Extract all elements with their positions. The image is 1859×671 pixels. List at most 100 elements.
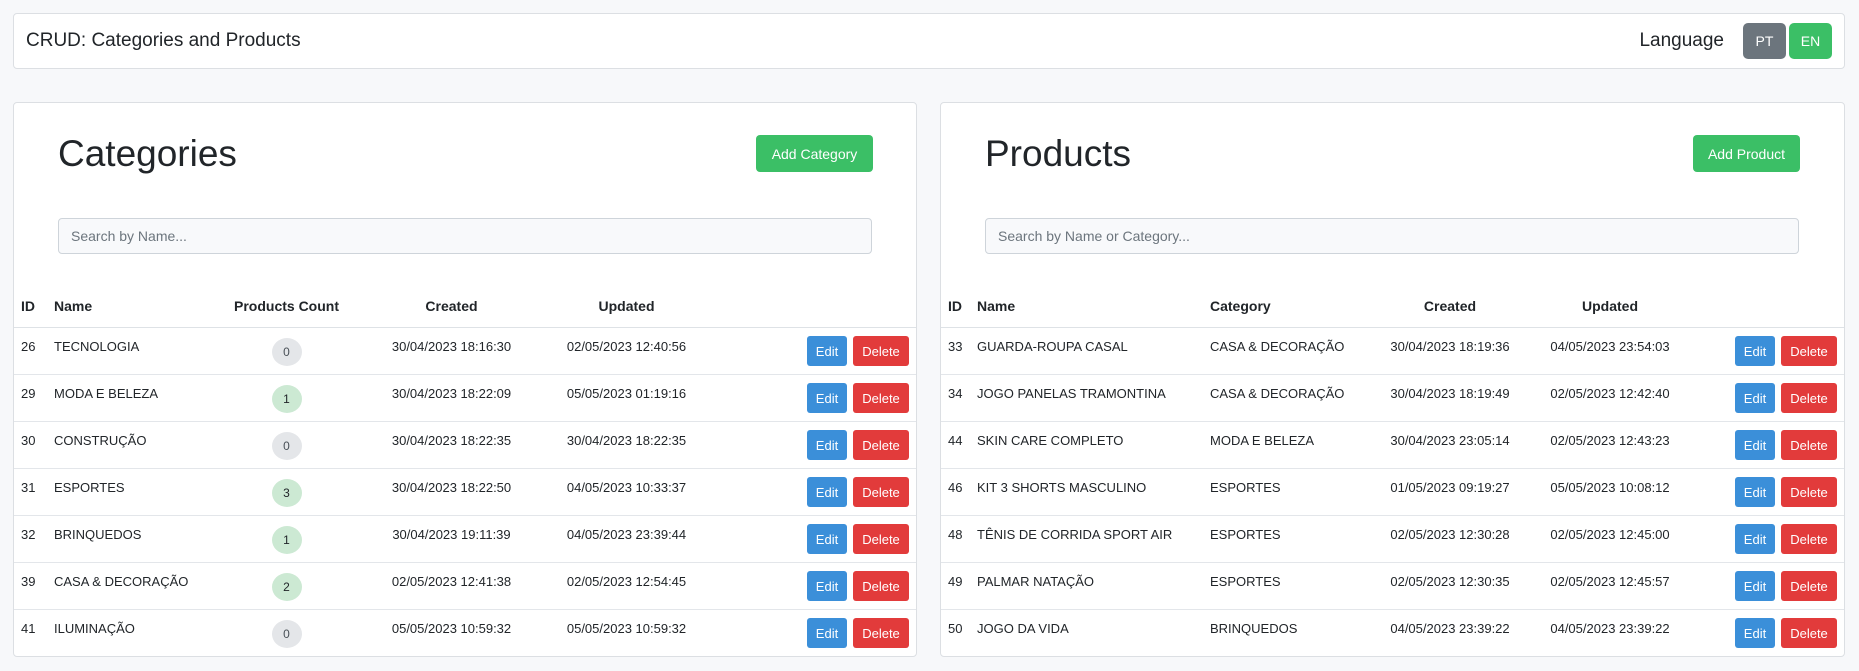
edit-category-button[interactable]: Edit (807, 477, 847, 507)
edit-product-button[interactable]: Edit (1735, 383, 1775, 413)
cell-category: CASA & DECORAÇÃO (1210, 374, 1370, 422)
language-en-button[interactable]: EN (1789, 23, 1832, 59)
edit-category-button[interactable]: Edit (807, 524, 847, 554)
delete-category-button[interactable]: Delete (853, 383, 909, 413)
delete-product-button[interactable]: Delete (1781, 571, 1837, 601)
product-name: GUARDA-ROUPA CASAL (977, 339, 1128, 354)
created-date: 30/04/2023 18:19:36 (1390, 339, 1510, 354)
created-date: 02/05/2023 12:41:38 (391, 574, 512, 589)
cell-created: 30/04/2023 23:05:14 (1370, 421, 1530, 469)
products-count-badge: 1 (271, 526, 302, 554)
edit-category-button[interactable]: Edit (807, 336, 847, 366)
edit-product-button[interactable]: Edit (1735, 618, 1775, 648)
product-search-input[interactable] (985, 218, 1799, 254)
created-date: 30/04/2023 19:11:39 (392, 527, 511, 542)
table-row: 48 TÊNIS DE CORRIDA SPORT AIR ESPORTES 02/0… (941, 515, 1844, 563)
cell-category: CASA & DECORAÇÃO (1210, 327, 1370, 375)
delete-category-button[interactable]: Delete (853, 477, 909, 507)
updated-date: 05/05/2023 01:19:16 (566, 386, 687, 401)
product-category: ESPORTES (1210, 574, 1281, 589)
cell-id: 26 (14, 327, 54, 375)
category-name: TECNOLOGIA (54, 339, 140, 354)
cell-actions: Edit Delete (1690, 562, 1844, 610)
table-row: 33 GUARDA-ROUPA CASAL CASA & DECORAÇÃO 30/0… (941, 327, 1844, 375)
cell-id: 41 (14, 610, 54, 657)
products-count-badge: 3 (271, 479, 302, 507)
edit-category-button[interactable]: Edit (807, 383, 847, 413)
cell-actions: Edit Delete (714, 610, 916, 657)
updated-date: 30/04/2023 18:22:35 (566, 433, 687, 448)
updated-date: 02/05/2023 12:45:00 (1550, 527, 1670, 542)
cell-created: 02/05/2023 12:30:35 (1370, 562, 1530, 610)
created-date: 30/04/2023 23:05:14 (1390, 433, 1510, 448)
delete-product-button[interactable]: Delete (1781, 430, 1837, 460)
cell-category: ESPORTES (1210, 562, 1370, 610)
cell-actions: Edit Delete (1690, 468, 1844, 516)
delete-category-button[interactable]: Delete (853, 336, 909, 366)
table-row: 46 KIT 3 SHORTS MASCULINO ESPORTES 01/05/20… (941, 468, 1844, 516)
cell-id: 30 (14, 421, 54, 469)
categories-title: Categories (58, 133, 237, 174)
cell-updated: 05/05/2023 01:19:16 (539, 374, 714, 422)
add-category-button[interactable]: Add Category (756, 135, 873, 172)
delete-category-button[interactable]: Delete (853, 430, 909, 460)
edit-category-button[interactable]: Edit (807, 430, 847, 460)
column-header-updated: Updated (539, 284, 714, 328)
cell-created: 04/05/2023 23:39:22 (1370, 610, 1530, 657)
delete-category-button[interactable]: Delete (853, 618, 909, 648)
categories-table: ID Name Products Count Created Updated 2… (14, 284, 916, 656)
cell-count: 1 (209, 374, 364, 422)
delete-product-button[interactable]: Delete (1781, 383, 1837, 413)
add-product-button[interactable]: Add Product (1693, 135, 1800, 172)
edit-product-button[interactable]: Edit (1735, 336, 1775, 366)
cell-name: ILUMINAÇÃO (54, 610, 209, 657)
language-label: Language (1639, 30, 1724, 51)
edit-category-button[interactable]: Edit (807, 571, 847, 601)
edit-product-button[interactable]: Edit (1735, 524, 1775, 554)
delete-product-button[interactable]: Delete (1781, 618, 1837, 648)
edit-category-button[interactable]: Edit (807, 618, 847, 648)
cell-updated: 30/04/2023 18:22:35 (539, 421, 714, 469)
cell-category: BRINQUEDOS (1210, 610, 1370, 657)
cell-actions: Edit Delete (1690, 610, 1844, 657)
cell-id: 33 (941, 327, 977, 375)
delete-category-button[interactable]: Delete (853, 524, 909, 554)
edit-product-button[interactable]: Edit (1735, 571, 1775, 601)
cell-actions: Edit Delete (1690, 421, 1844, 469)
created-date: 02/05/2023 12:30:28 (1390, 527, 1510, 542)
cell-count: 2 (209, 562, 364, 610)
created-date: 30/04/2023 18:22:09 (391, 386, 512, 401)
category-id: 41 (21, 621, 36, 636)
delete-product-button[interactable]: Delete (1781, 477, 1837, 507)
delete-product-button[interactable]: Delete (1781, 524, 1837, 554)
updated-date: 02/05/2023 12:45:57 (1550, 574, 1670, 589)
products-count-badge: 0 (271, 432, 302, 460)
delete-category-button[interactable]: Delete (853, 571, 909, 601)
language-pt-button[interactable]: PT (1743, 23, 1786, 59)
table-row: 44 SKIN CARE COMPLETO MODA E BELEZA 30/04/2… (941, 421, 1844, 469)
delete-product-button[interactable]: Delete (1781, 336, 1837, 366)
cell-actions: Edit Delete (1690, 327, 1844, 375)
cell-updated: 04/05/2023 23:39:44 (539, 515, 714, 563)
cell-id: 39 (14, 562, 54, 610)
products-count-badge: 2 (271, 573, 302, 601)
category-search-input[interactable] (58, 218, 872, 254)
cell-id: 50 (941, 610, 977, 657)
products-panel: Products Add Product ID Name Category Cr… (940, 102, 1845, 657)
cell-actions: Edit Delete (1690, 515, 1844, 563)
cell-count: 0 (209, 421, 364, 469)
cell-actions: Edit Delete (714, 468, 916, 516)
table-row: 29 MODA E BELEZA 1 30/04/2023 18:22:09 05/05… (14, 374, 916, 422)
product-name: JOGO DA VIDA (977, 621, 1069, 636)
products-count-badge: 1 (271, 385, 302, 413)
product-name: KIT 3 SHORTS MASCULINO (977, 480, 1147, 495)
cell-created: 02/05/2023 12:30:28 (1370, 515, 1530, 563)
cell-count: 0 (209, 327, 364, 375)
edit-product-button[interactable]: Edit (1735, 430, 1775, 460)
cell-count: 0 (209, 610, 364, 657)
edit-product-button[interactable]: Edit (1735, 477, 1775, 507)
created-date: 30/04/2023 18:22:50 (391, 480, 512, 495)
updated-date: 02/05/2023 12:42:40 (1550, 386, 1670, 401)
product-id: 49 (948, 574, 963, 589)
cell-updated: 02/05/2023 12:40:56 (539, 327, 714, 375)
